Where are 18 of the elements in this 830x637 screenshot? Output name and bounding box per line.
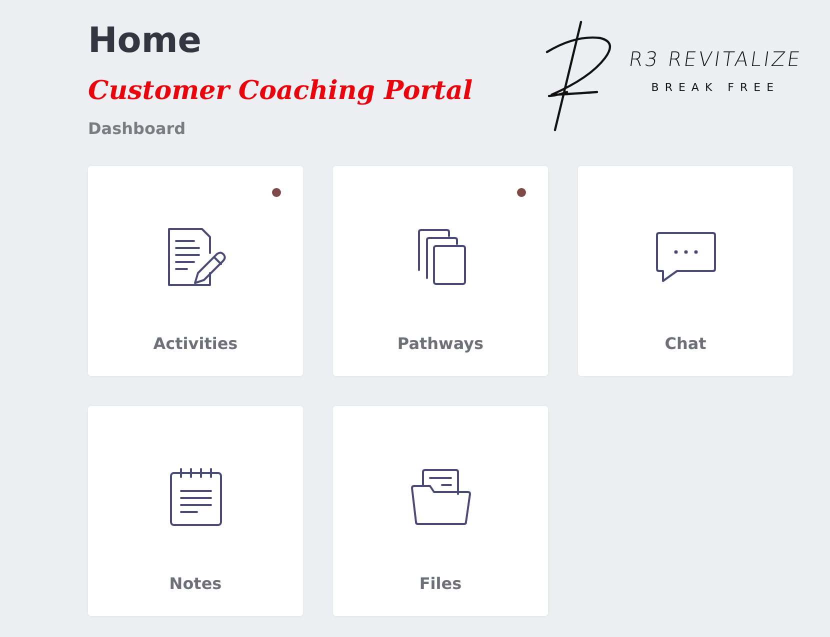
- dashboard-tile[interactable]: Notes: [88, 406, 303, 616]
- brand-name: R3 REVITALIZE: [627, 46, 804, 70]
- tile-label: Notes: [169, 574, 222, 593]
- tile-label: Chat: [664, 334, 706, 353]
- dashboard-tile[interactable]: Activities: [88, 166, 303, 376]
- tile-label: Pathways: [397, 334, 484, 353]
- tile-label: Files: [419, 574, 462, 593]
- brand-tagline: BREAK FREE: [651, 80, 780, 94]
- page-title: Home: [88, 20, 203, 62]
- dashboard-tile[interactable]: Chat: [578, 166, 793, 376]
- speech-bubble-icon: [654, 231, 716, 283]
- notepad-icon: [168, 467, 222, 527]
- portal-subtitle: Customer Coaching Portal: [88, 75, 473, 108]
- dashboard-tile[interactable]: Pathways: [333, 166, 548, 376]
- folder-icon: [410, 468, 472, 526]
- tile-label: Activities: [153, 334, 238, 353]
- dashboard-tile[interactable]: Files: [333, 406, 548, 616]
- breadcrumb: Dashboard: [88, 119, 187, 138]
